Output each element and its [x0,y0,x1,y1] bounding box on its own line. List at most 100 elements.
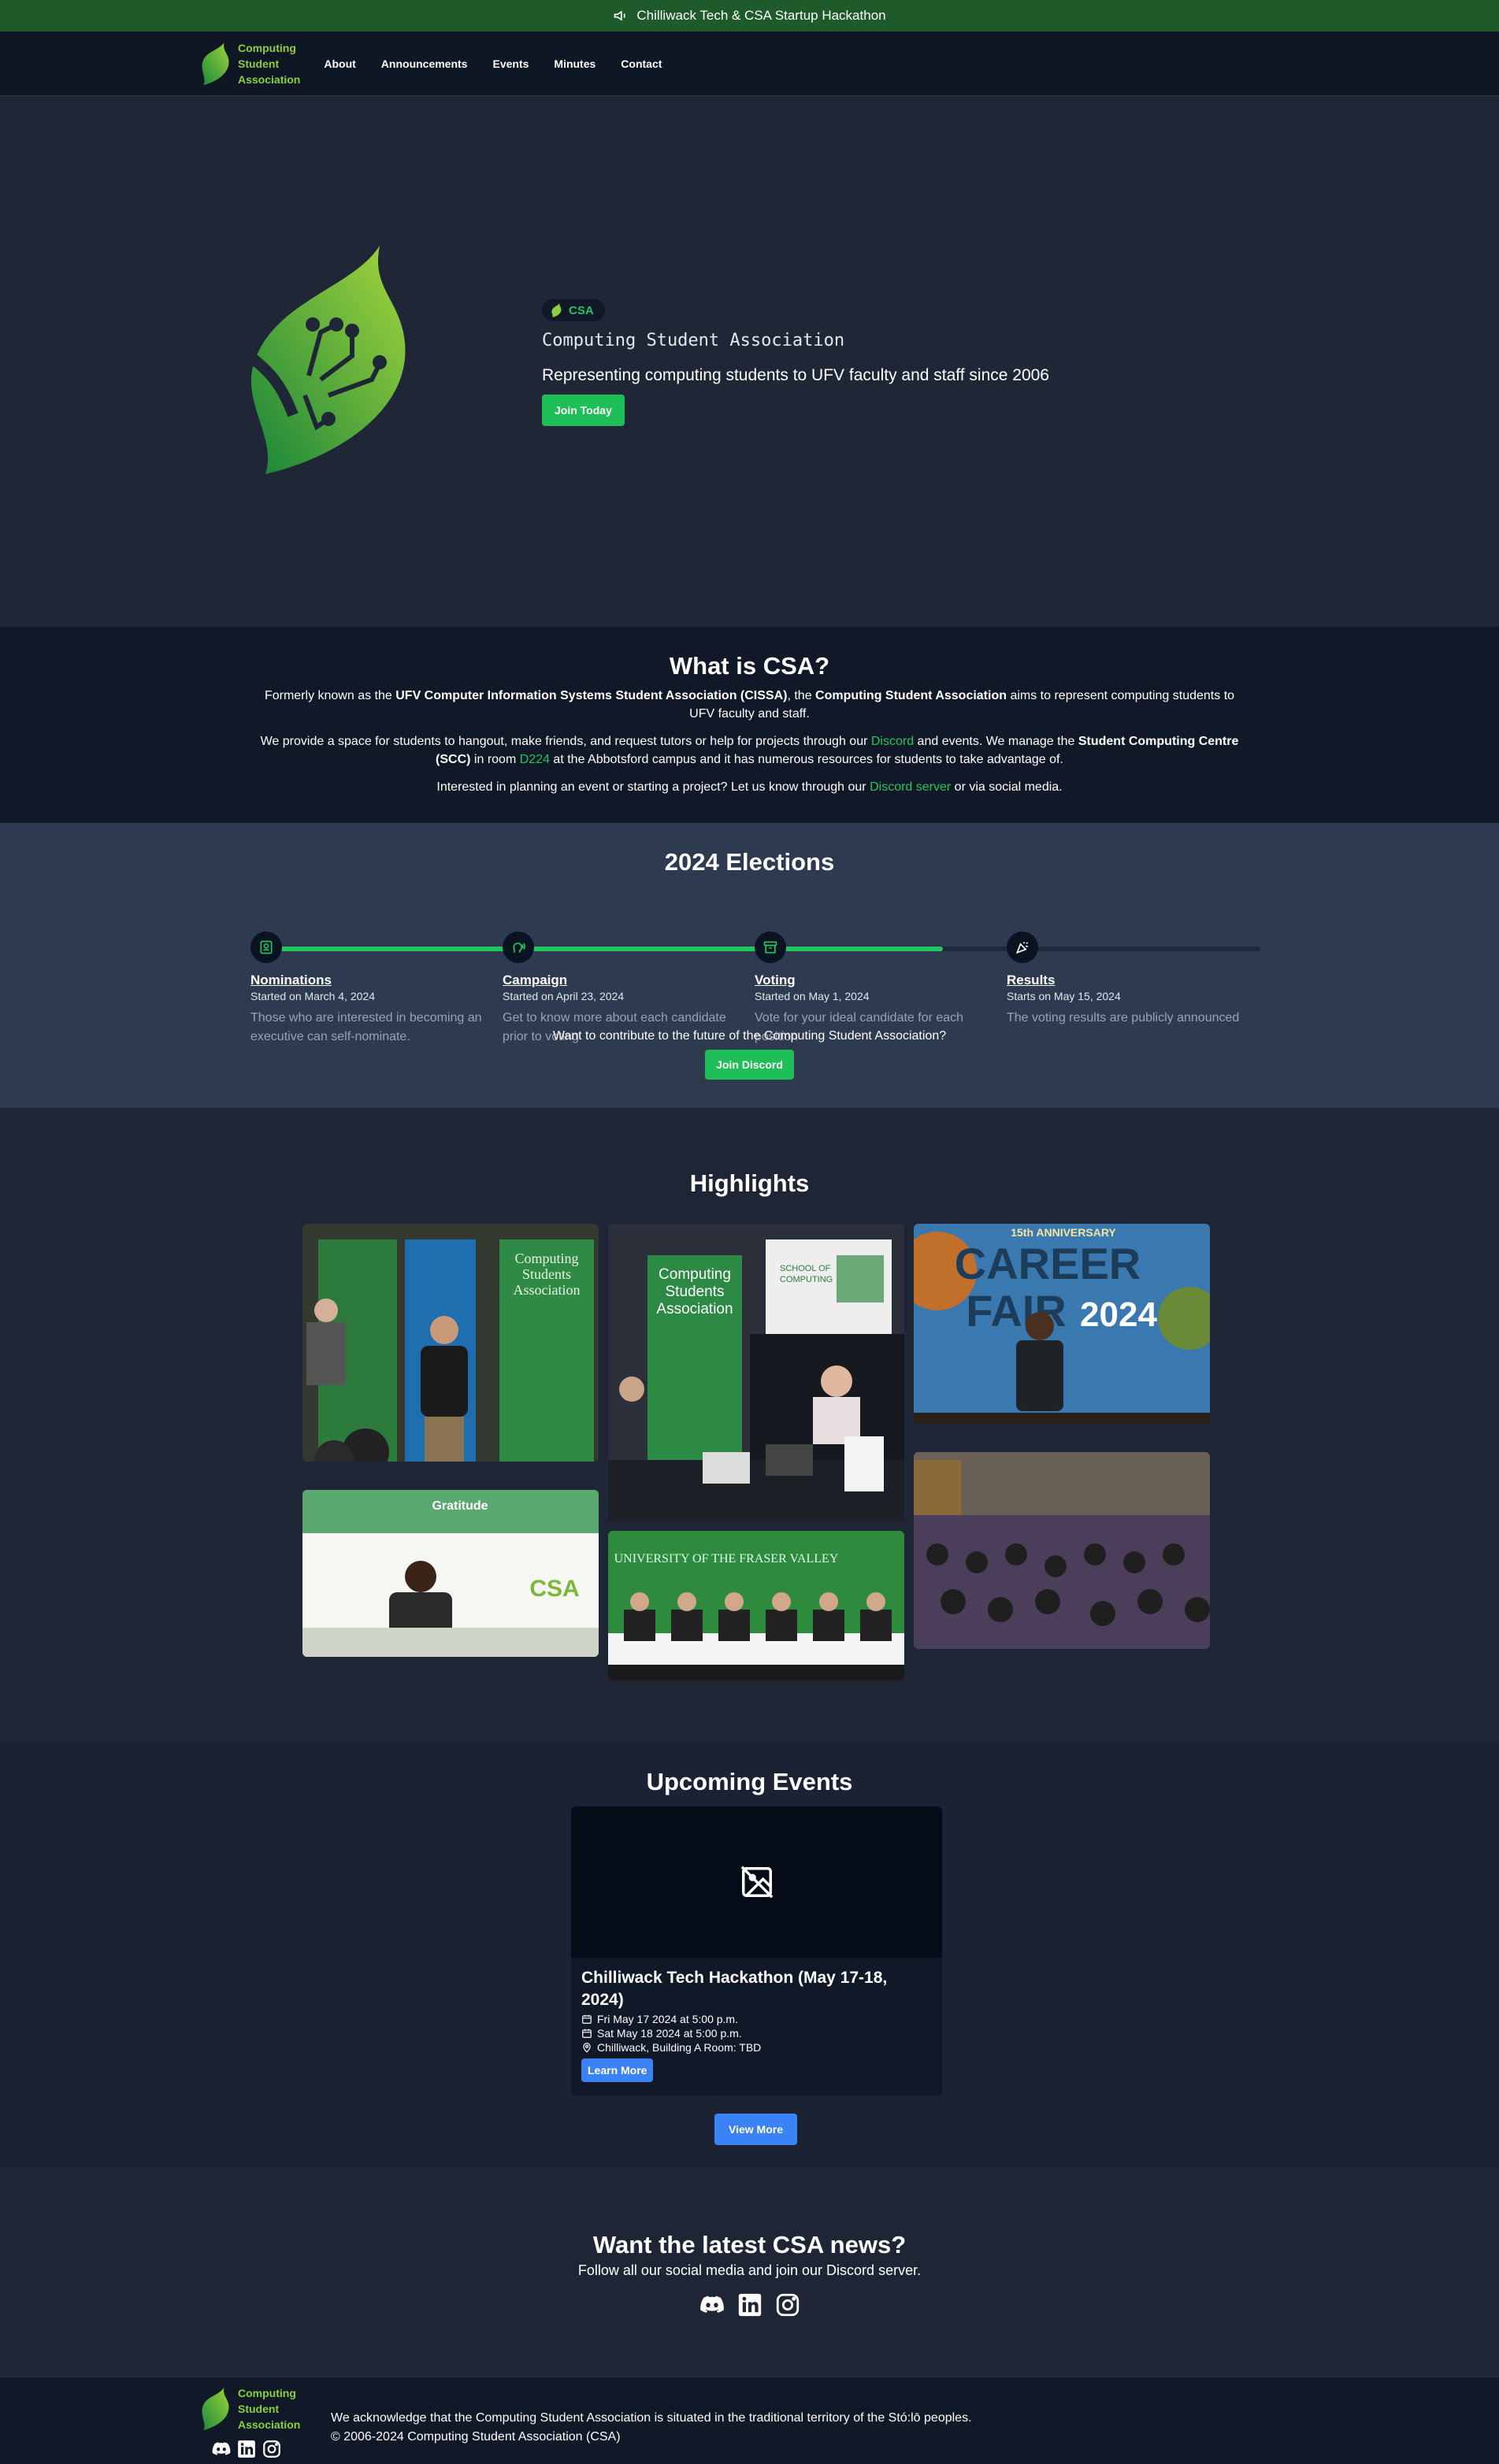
text: , the [787,689,816,702]
hero-subtitle: Representing computing students to UFV f… [542,366,1049,384]
footer-brand-link[interactable]: Computing Student Association [195,2385,300,2433]
step-date: Started on May 1, 2024 [755,990,870,1002]
party-popper-icon [1007,932,1038,963]
csa-logo-icon [202,2388,229,2430]
career-fair-photo-image: 15th ANNIVERSARY CAREER FAIR 2024 [914,1224,1210,1424]
discord-server-link[interactable]: Discord server [870,780,951,794]
csa-text: CSA [529,1576,579,1602]
megaphone-icon [614,10,625,21]
calendar-icon [582,2029,592,2038]
step-title[interactable]: Campaign [503,973,747,988]
highlights-section: Highlights Computing Students Associatio… [0,1108,1499,1741]
event-end-text: Sat May 18 2024 at 5:00 p.m. [597,2027,742,2040]
banner-text-1: Computing [514,1251,578,1266]
career-text-4: 2024 [1080,1295,1157,1334]
gratitude-text: Gratitude [432,1499,488,1513]
hero-section: CSA Computing Student Association Repres… [0,96,1499,627]
discord-icon[interactable] [211,2439,232,2463]
land-acknowledgement: We acknowledge that the Computing Studen… [331,2411,972,2425]
leaf-icon [551,303,562,317]
join-today-button[interactable]: Join Today [542,395,625,426]
news-heading: Want the latest CSA news? [592,2231,907,2258]
event-location-text: Chilliwack, Building A Room: TBD [597,2041,762,2054]
linkedin-icon[interactable] [737,2292,763,2322]
ballot-box-icon [755,932,786,963]
event-image-placeholder [571,1806,942,1958]
banner-text-3: Association [514,1282,581,1298]
hero-title: Computing Student Association [542,331,845,350]
nav-about[interactable]: About [324,57,355,70]
instagram-icon[interactable] [262,2439,282,2463]
highlight-photo-speaker[interactable]: Computing Students Association [302,1224,599,1462]
view-more-button[interactable]: View More [714,2114,797,2145]
discord-icon[interactable] [699,2292,725,2322]
school-text-1: SCHOOL OF [780,1264,831,1273]
text: and events. We manage the [914,735,1078,748]
highlight-photo-gratitude[interactable]: Gratitude CSA [302,1490,599,1657]
csa-logo-icon [202,42,229,85]
panel-photo-image: UNIVERSITY OF THE FRASER VALLEY [608,1531,904,1680]
step-title[interactable]: Voting [755,973,999,988]
map-pin-icon [583,2043,591,2053]
highlight-photo-audience[interactable] [914,1452,1210,1649]
cta-text: Want to contribute to the future of the … [552,1029,947,1043]
event-location: Chilliwack, Building A Room: TBD [581,2041,932,2054]
nav-events[interactable]: Events [492,57,529,70]
brand-line-3: Association [238,2418,301,2431]
highlight-photo-booth[interactable]: Computing Students Association SCHOOL OF… [608,1224,904,1521]
announcement-bar[interactable]: Chilliwack Tech & CSA Startup Hackathon [0,0,1499,31]
events-heading: Upcoming Events [646,1768,853,1795]
highlight-photo-panel[interactable]: UNIVERSITY OF THE FRASER VALLEY [608,1531,904,1680]
id-badge-icon [250,932,282,963]
highlight-photo-career-fair[interactable]: 15th ANNIVERSARY CAREER FAIR 2024 [914,1224,1210,1424]
brand-line-2: Student [238,2403,280,2415]
event-title: Chilliwack Tech Hackathon (May 17-18, 20… [581,1969,888,2009]
brand-line-3: Association [238,72,301,86]
social-links [0,2292,1499,2322]
nav-announcements[interactable]: Announcements [381,57,468,70]
step-date: Starts on May 15, 2024 [1007,990,1121,1002]
events-section: Upcoming Events Chilliwack Tech Hackatho… [0,1741,1499,2168]
footer-text: We acknowledge that the Computing Studen… [331,2409,972,2447]
highlights-heading: Highlights [689,1169,810,1197]
copyright: © 2006-2024 Computing Student Associatio… [331,2430,621,2444]
elections-section: 2024 Elections Nominations Started on Ma… [0,823,1499,1108]
booth-text-2: Students [666,1284,725,1300]
step-title[interactable]: Results [1007,973,1251,988]
news-subtitle: Follow all our social media and join our… [577,2262,922,2278]
text: Interested in planning an event or start… [436,780,870,794]
event-end: Sat May 18 2024 at 5:00 p.m. [581,2027,932,2040]
event-card: Chilliwack Tech Hackathon (May 17-18, 20… [571,1806,942,2095]
ufv-text: UNIVERSITY OF THE FRASER VALLEY [614,1552,839,1565]
brand-line-1: Computing [238,2387,296,2399]
linkedin-icon[interactable] [236,2439,257,2463]
instagram-icon[interactable] [774,2292,801,2322]
room-link[interactable]: D224 [520,753,550,766]
join-discord-button[interactable]: Join Discord [705,1050,794,1080]
brand-link[interactable]: Computing Student Association [195,40,300,87]
career-text-1: 15th ANNIVERSARY [1011,1226,1116,1239]
nav-contact[interactable]: Contact [621,57,662,70]
booth-photo-image: Computing Students Association SCHOOL OF… [608,1224,904,1521]
banner-text-2: Students [522,1266,571,1282]
elections-cta: Want to contribute to the future of the … [0,1029,1499,1080]
event-start-text: Fri May 17 2024 at 5:00 p.m. [597,2013,738,2025]
step-date: Started on April 23, 2024 [503,990,625,1002]
calendar-icon [582,2014,592,2024]
text: at the Abbotsford campus and it has nume… [549,753,1063,766]
text: in room [470,753,520,766]
brand-line-2: Student [238,57,280,70]
learn-more-button[interactable]: Learn More [581,2058,654,2082]
nav-minutes[interactable]: Minutes [554,57,596,70]
step-title[interactable]: Nominations [250,973,495,988]
what-heading: What is CSA? [669,652,830,680]
text: We provide a space for students to hango… [260,735,871,748]
step-date: Started on March 4, 2024 [250,990,375,1002]
brand-line-1: Computing [238,41,296,54]
cissa-name: UFV Computer Information Systems Student… [395,689,788,702]
booth-text-3: Association [656,1301,733,1317]
discord-link[interactable]: Discord [871,735,914,748]
csa-leaf-logo [246,246,406,474]
text: Formerly known as the [264,689,396,702]
what-paragraph-2: We provide a space for students to hango… [242,732,1258,769]
